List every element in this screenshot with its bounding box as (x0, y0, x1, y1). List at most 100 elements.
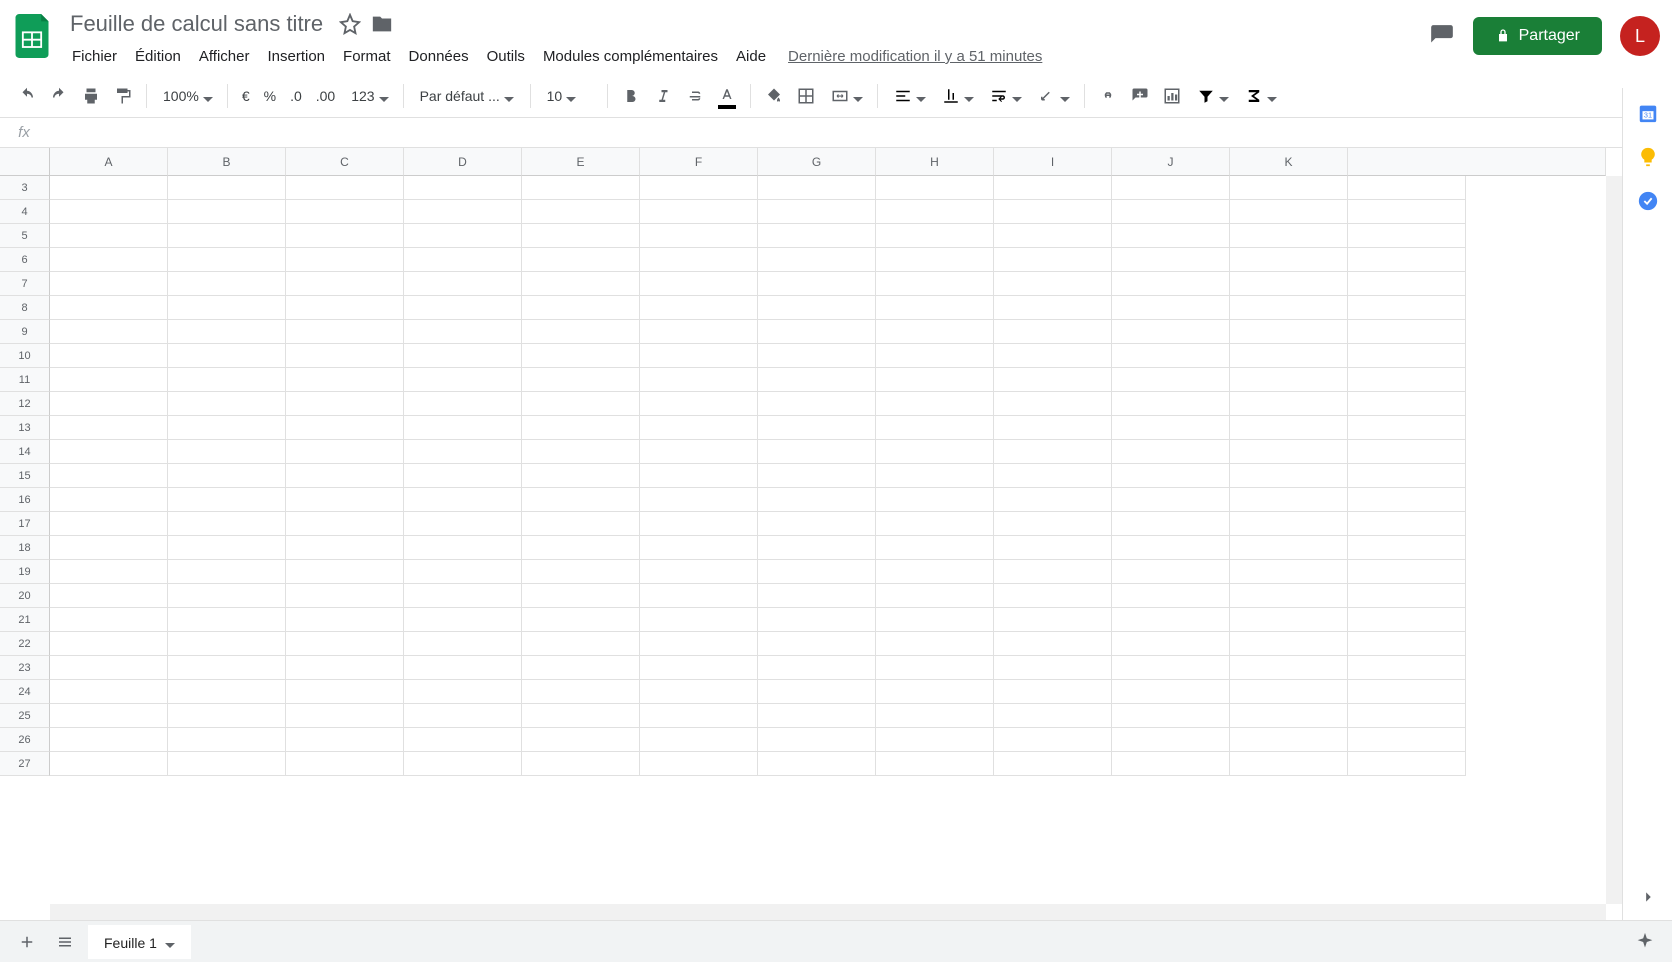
cell[interactable] (286, 632, 404, 656)
cell[interactable] (640, 368, 758, 392)
cell[interactable] (758, 464, 876, 488)
cell[interactable] (522, 728, 640, 752)
cell[interactable] (1230, 320, 1348, 344)
cell[interactable] (994, 296, 1112, 320)
cell[interactable] (1112, 536, 1230, 560)
cell[interactable] (1230, 680, 1348, 704)
cell[interactable] (404, 584, 522, 608)
cell[interactable] (286, 464, 404, 488)
cell[interactable] (168, 536, 286, 560)
cell[interactable] (1230, 488, 1348, 512)
row-header[interactable]: 7 (0, 272, 50, 296)
cell[interactable] (758, 272, 876, 296)
cell[interactable] (640, 728, 758, 752)
cell[interactable] (522, 464, 640, 488)
cell[interactable] (758, 296, 876, 320)
cell[interactable] (758, 752, 876, 776)
cell[interactable] (1348, 512, 1466, 536)
cell[interactable] (404, 392, 522, 416)
cell[interactable] (1112, 320, 1230, 344)
cell[interactable] (640, 656, 758, 680)
cell[interactable] (1348, 176, 1466, 200)
cell[interactable] (876, 584, 994, 608)
cell[interactable] (522, 224, 640, 248)
cell[interactable] (50, 632, 168, 656)
row-header[interactable]: 20 (0, 584, 50, 608)
cell[interactable] (1112, 344, 1230, 368)
cell[interactable] (50, 584, 168, 608)
cell[interactable] (522, 536, 640, 560)
cell[interactable] (1348, 728, 1466, 752)
comments-icon[interactable] (1429, 23, 1455, 49)
cell[interactable] (404, 560, 522, 584)
cell[interactable] (404, 536, 522, 560)
cell[interactable] (404, 488, 522, 512)
cell[interactable] (1112, 608, 1230, 632)
cell[interactable] (168, 440, 286, 464)
cell[interactable] (168, 320, 286, 344)
cell[interactable] (640, 608, 758, 632)
document-title[interactable]: Feuille de calcul sans titre (64, 9, 329, 39)
cell[interactable] (758, 248, 876, 272)
cell[interactable] (168, 656, 286, 680)
filter-dropdown[interactable] (1189, 83, 1235, 109)
cell[interactable] (50, 488, 168, 512)
select-all-corner[interactable] (0, 148, 50, 176)
undo-button[interactable] (12, 81, 42, 111)
cell[interactable] (404, 632, 522, 656)
calendar-icon[interactable]: 31 (1637, 102, 1659, 124)
row-header[interactable]: 13 (0, 416, 50, 440)
cell[interactable] (994, 464, 1112, 488)
cell[interactable] (876, 752, 994, 776)
row-header[interactable]: 15 (0, 464, 50, 488)
cell[interactable] (50, 464, 168, 488)
cell[interactable] (1348, 440, 1466, 464)
insert-chart-button[interactable] (1157, 81, 1187, 111)
cell[interactable] (286, 656, 404, 680)
cell[interactable] (876, 560, 994, 584)
cell[interactable] (758, 680, 876, 704)
row-header[interactable]: 17 (0, 512, 50, 536)
menu-edition[interactable]: Édition (127, 44, 189, 69)
cell[interactable] (994, 656, 1112, 680)
all-sheets-button[interactable] (50, 927, 80, 957)
vertical-scrollbar[interactable] (1606, 176, 1622, 904)
fill-color-button[interactable] (759, 81, 789, 111)
cell[interactable] (994, 536, 1112, 560)
cell[interactable] (404, 656, 522, 680)
row-header[interactable]: 24 (0, 680, 50, 704)
paint-format-button[interactable] (108, 81, 138, 111)
cell[interactable] (640, 464, 758, 488)
cell[interactable] (1348, 296, 1466, 320)
cell[interactable] (168, 680, 286, 704)
row-header[interactable]: 25 (0, 704, 50, 728)
cell[interactable] (994, 320, 1112, 344)
cell[interactable] (1348, 344, 1466, 368)
cell[interactable] (876, 248, 994, 272)
cell[interactable] (640, 272, 758, 296)
column-header[interactable]: A (50, 148, 168, 176)
redo-button[interactable] (44, 81, 74, 111)
cell[interactable] (168, 296, 286, 320)
cell[interactable] (168, 464, 286, 488)
cell[interactable] (50, 368, 168, 392)
cell[interactable] (640, 632, 758, 656)
cell[interactable] (994, 584, 1112, 608)
cell[interactable] (522, 608, 640, 632)
cell[interactable] (1230, 344, 1348, 368)
cell[interactable] (1112, 704, 1230, 728)
row-header[interactable]: 4 (0, 200, 50, 224)
column-header[interactable]: I (994, 148, 1112, 176)
cell[interactable] (168, 728, 286, 752)
cell[interactable] (404, 296, 522, 320)
row-header[interactable]: 10 (0, 344, 50, 368)
cell[interactable] (758, 200, 876, 224)
cell[interactable] (640, 296, 758, 320)
cell[interactable] (1230, 248, 1348, 272)
cell[interactable] (994, 272, 1112, 296)
cell[interactable] (168, 608, 286, 632)
cell[interactable] (994, 176, 1112, 200)
cell[interactable] (876, 608, 994, 632)
cell[interactable] (50, 296, 168, 320)
cell[interactable] (1112, 368, 1230, 392)
